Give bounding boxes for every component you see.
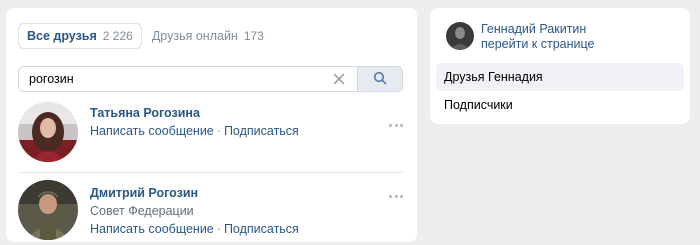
tab-all-friends-count: 2 226 [102,29,133,43]
send-message-link[interactable]: Написать сообщение [90,222,214,236]
friend-subtitle: Совет Федерации [90,204,194,218]
avatar[interactable] [18,102,78,162]
go-to-page-link[interactable]: перейти к странице [481,37,594,51]
search-bar [18,66,403,92]
list-item: Дмитрий Рогозин Совет Федерации Написать… [18,180,403,244]
list-item: Татьяна Рогозина Написать сообщение · Подп… [18,102,403,166]
subscribe-link[interactable]: Подписаться [224,124,299,138]
more-horizontal-icon[interactable] [389,122,403,128]
search-button[interactable] [357,66,403,92]
more-horizontal-icon[interactable] [389,193,403,199]
subscribe-link[interactable]: Подписаться [224,222,299,236]
sidebar-item-followers[interactable]: Подписчики [436,91,684,119]
search-field-wrapper [18,66,357,92]
friends-list-panel: Все друзья 2 226 Друзья онлайн 173 рогоз… [6,8,417,242]
friend-name[interactable]: Татьяна Рогозина [90,106,200,120]
tab-all-friends-label: Все друзья [27,29,97,43]
search-icon [373,71,387,88]
send-message-link[interactable]: Написать сообщение [90,124,214,138]
tab-friends-online-count: 173 [243,29,264,43]
owner-name[interactable]: Геннадий Ракитин [481,22,586,36]
avatar[interactable] [446,22,474,50]
tab-friends-online-label: Друзья онлайн [151,29,238,43]
friends-sidebar: Геннадий Ракитин перейти к странице Друз… [430,8,690,124]
friend-actions: Написать сообщение · Подписаться [90,222,299,236]
separator-dot: · [216,124,221,138]
tab-all-friends[interactable]: Все друзья 2 226 [18,23,142,49]
friends-tabs: Все друзья 2 226 Друзья онлайн 173 [18,21,272,51]
separator-dot: · [216,222,221,236]
owner-block[interactable]: Геннадий Ракитин перейти к странице [446,21,676,51]
close-icon[interactable] [331,71,347,87]
divider [18,172,403,173]
avatar[interactable] [18,180,78,240]
search-input[interactable] [29,72,331,86]
friend-name[interactable]: Дмитрий Рогозин [90,186,198,200]
sidebar-item-friends[interactable]: Друзья Геннадия [436,63,684,91]
tab-friends-online[interactable]: Друзья онлайн 173 [144,23,272,49]
friend-actions: Написать сообщение · Подписаться [90,124,299,138]
